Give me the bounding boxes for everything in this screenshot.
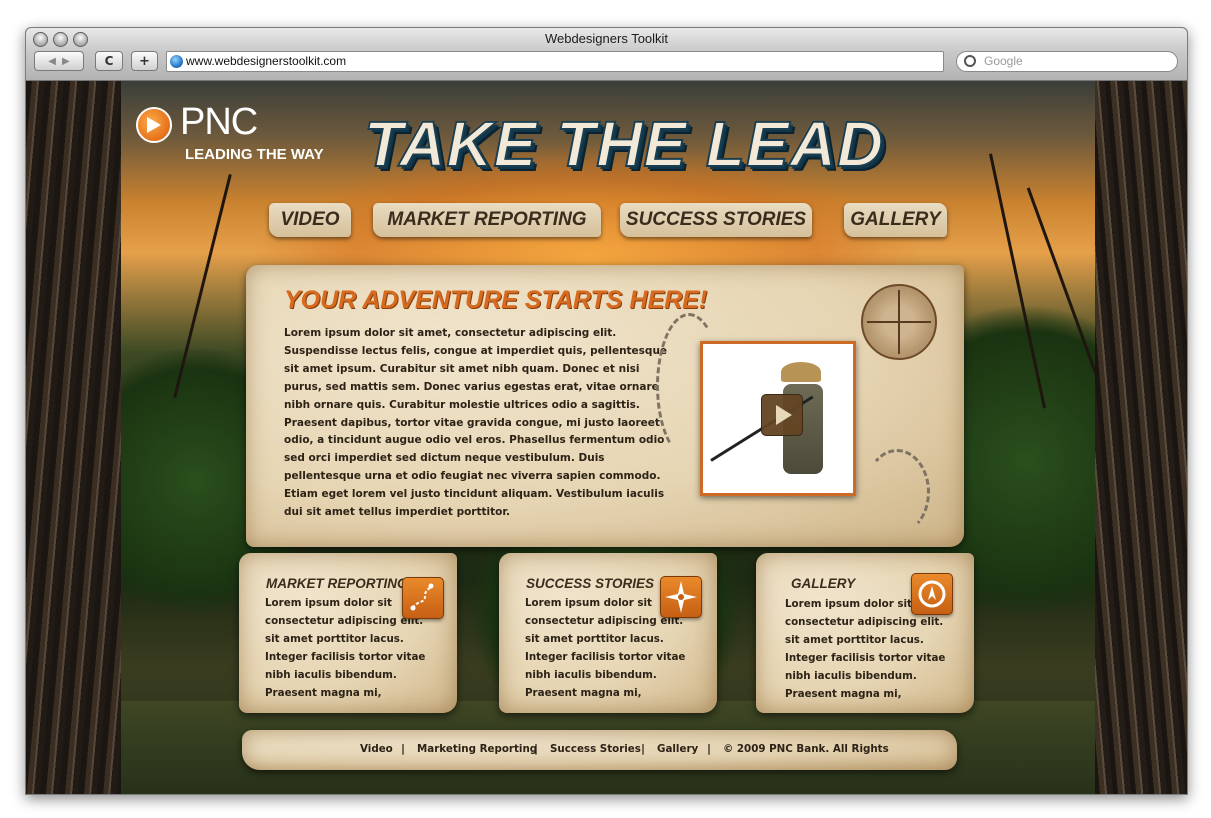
reload-icon: C bbox=[104, 54, 114, 68]
dashed-trail bbox=[864, 449, 930, 535]
card-title[interactable]: MARKET REPORTING bbox=[266, 576, 408, 591]
compass-star-icon[interactable] bbox=[660, 576, 702, 618]
search-placeholder: Google bbox=[984, 54, 1023, 68]
explorer-hat bbox=[781, 362, 821, 382]
plus-icon: + bbox=[139, 53, 150, 69]
footer-link-video[interactable]: Video bbox=[360, 743, 393, 755]
nav-label: SUCCESS STORIES bbox=[625, 209, 807, 230]
logo-tagline: LEADING THE WAY bbox=[185, 146, 324, 163]
nav-market-reporting[interactable]: MARKET REPORTING bbox=[373, 203, 601, 237]
pnc-logo-icon[interactable] bbox=[136, 107, 172, 143]
nav-label: MARKET REPORTING bbox=[387, 209, 587, 230]
nav-label: GALLERY bbox=[850, 209, 941, 230]
main-heading: YOUR ADVENTURE STARTS HERE! bbox=[284, 286, 708, 314]
nav-label: VIDEO bbox=[280, 209, 340, 230]
address-bar[interactable]: www.webdesignerstoolkit.com bbox=[166, 51, 944, 72]
reload-button[interactable]: C bbox=[95, 51, 123, 71]
window-title: Webdesigners Toolkit bbox=[544, 31, 669, 46]
nav-video[interactable]: VIDEO bbox=[269, 203, 351, 237]
url-text: www.webdesignerstoolkit.com bbox=[186, 54, 347, 68]
footer-separator: | bbox=[707, 742, 712, 755]
footer-link-marketing-reporting[interactable]: Marketing Reporting bbox=[417, 743, 537, 755]
nav-success-stories[interactable]: SUCCESS STORIES bbox=[620, 203, 812, 237]
play-icon[interactable] bbox=[761, 394, 803, 436]
tree-trunk-left bbox=[26, 81, 121, 794]
map-route-icon[interactable] bbox=[402, 577, 444, 619]
compass-icon[interactable] bbox=[911, 573, 953, 615]
video-player[interactable] bbox=[700, 341, 856, 496]
footer-separator: | bbox=[534, 742, 539, 755]
footer-link-gallery[interactable]: Gallery bbox=[657, 743, 698, 755]
nav-gallery[interactable]: GALLERY bbox=[844, 203, 947, 237]
browser-window: Webdesigners Toolkit ◀ ▶ C + www.webdesi… bbox=[25, 27, 1188, 795]
footer-link-success-stories[interactable]: Success Stories bbox=[550, 743, 641, 755]
compass-rose-icon bbox=[861, 284, 937, 360]
footer-copyright: © 2009 PNC Bank. All Rights bbox=[723, 743, 889, 755]
card-title[interactable]: GALLERY bbox=[791, 576, 855, 591]
search-icon bbox=[964, 55, 976, 67]
footer-separator: | bbox=[401, 742, 406, 755]
footer-separator: | bbox=[641, 742, 646, 755]
browser-toolbar: Webdesigners Toolkit ◀ ▶ C + www.webdesi… bbox=[26, 28, 1187, 81]
add-bookmark-button[interactable]: + bbox=[131, 51, 158, 71]
tree-trunk-right bbox=[1095, 81, 1187, 794]
card-title[interactable]: SUCCESS STORIES bbox=[526, 576, 654, 591]
forward-arrow-icon[interactable]: ▶ bbox=[62, 56, 70, 67]
page-content: PNC LEADING THE WAY TAKE THE LEAD VIDEO … bbox=[26, 81, 1187, 794]
hero-title: TAKE THE LEAD bbox=[363, 107, 885, 181]
globe-icon bbox=[170, 55, 183, 68]
back-forward-buttons: ◀ ▶ bbox=[34, 51, 84, 71]
search-field[interactable]: Google bbox=[956, 51, 1178, 72]
logo-text[interactable]: PNC bbox=[180, 101, 258, 144]
back-arrow-icon[interactable]: ◀ bbox=[48, 56, 56, 67]
main-body-text: Lorem ipsum dolor sit amet, consectetur … bbox=[284, 327, 668, 519]
